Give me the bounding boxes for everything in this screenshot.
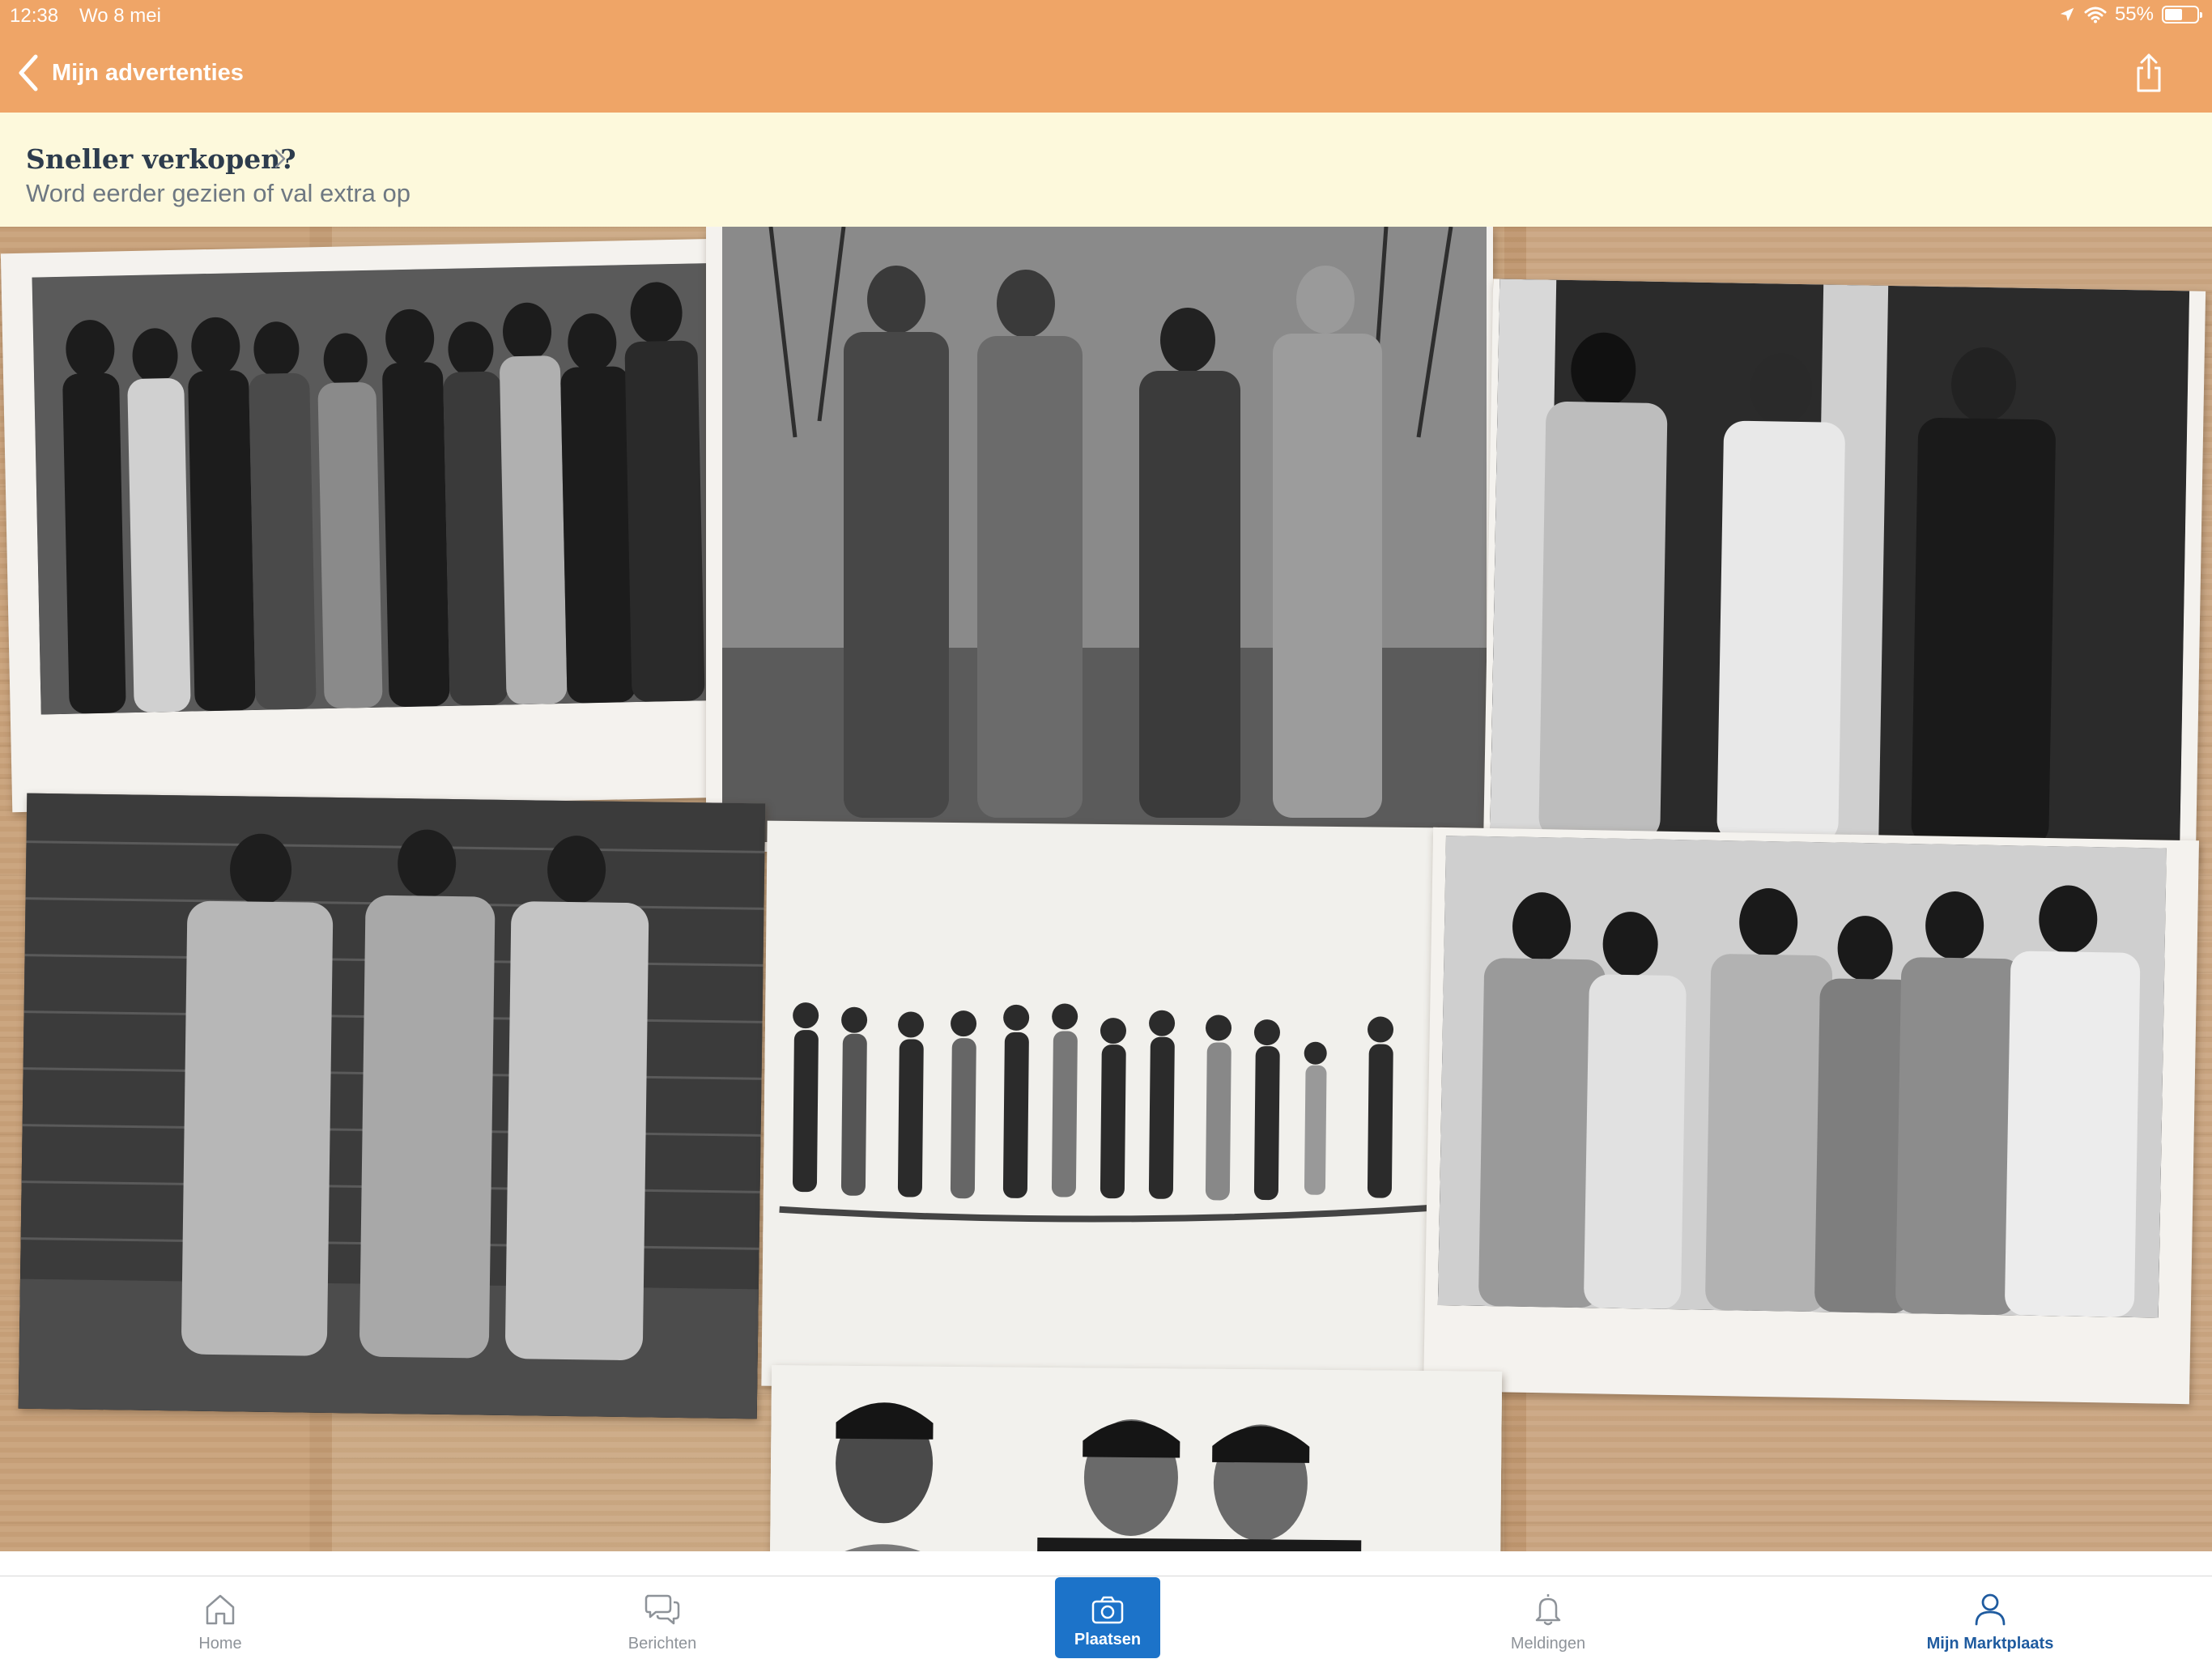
photo-print-suits-outdoor	[706, 227, 1493, 852]
navigation-bar: Mijn advertenties	[0, 32, 2212, 113]
promo-banner[interactable]: Sneller verkopen? Word eerder gezien of …	[0, 113, 2212, 227]
battery-icon	[2162, 6, 2202, 23]
listing-photo[interactable]	[0, 227, 2212, 1551]
promo-subtitle: Word eerder gezien of val extra op	[26, 179, 411, 207]
print-image	[1437, 836, 2167, 1318]
promo-title: Sneller verkopen?	[26, 143, 296, 175]
bell-icon	[1535, 1594, 1561, 1626]
print-image	[722, 227, 1487, 842]
battery-fill	[2165, 9, 2182, 20]
tab-mijn-marktplaats[interactable]: Mijn Marktplaats	[1869, 1576, 2112, 1659]
share-icon	[2137, 53, 2161, 92]
print-image	[1490, 279, 2190, 858]
home-icon	[206, 1594, 235, 1625]
tab-mijn-marktplaats-label: Mijn Marktplaats	[1926, 1635, 2054, 1653]
tab-home[interactable]: Home	[99, 1576, 342, 1659]
print-image	[18, 793, 766, 1419]
print-image	[32, 262, 726, 715]
wifi-icon	[2084, 6, 2107, 23]
tab-home-label: Home	[198, 1635, 242, 1653]
person-icon	[1975, 1593, 2006, 1626]
photo-print-trio-brick-wall	[18, 793, 766, 1419]
camera-icon	[1091, 1596, 1124, 1624]
status-bar: 12:38 Wo 8 mei 55%	[0, 0, 2212, 32]
share-button[interactable]	[2126, 50, 2172, 96]
tab-berichten[interactable]: Berichten	[541, 1576, 784, 1659]
tab-bar: Home Berichten Plaatsen Meldingen Mijn M…	[0, 1576, 2212, 1659]
tab-meldingen[interactable]: Meldingen	[1427, 1576, 1670, 1659]
photo-print-jackets-group	[1423, 827, 2200, 1405]
battery-percentage: 55%	[2114, 3, 2154, 25]
print-image	[769, 1365, 1503, 1551]
photo-print-coats-doorway	[1482, 279, 2206, 865]
tab-plaatsen-label: Plaatsen	[1074, 1631, 1142, 1648]
back-button-label: Mijn advertenties	[52, 59, 244, 86]
chevron-left-icon	[19, 54, 38, 91]
tab-plaatsen[interactable]: Plaatsen	[1055, 1577, 1160, 1658]
print-image	[763, 982, 1448, 1249]
tab-berichten-label: Berichten	[627, 1635, 697, 1653]
app-header: 12:38 Wo 8 mei 55% Mijn advertenties	[0, 0, 2212, 113]
back-button[interactable]: Mijn advertenties	[16, 50, 244, 96]
status-time: 12:38	[10, 5, 59, 27]
location-icon	[2060, 7, 2074, 22]
status-indicators: 55%	[2058, 3, 2202, 26]
status-date: Wo 8 mei	[79, 5, 161, 27]
photo-print-three-men-portrait	[769, 1365, 1503, 1551]
chat-bubbles-icon	[644, 1594, 680, 1625]
tab-meldingen-label: Meldingen	[1510, 1635, 1586, 1653]
chevron-right-icon	[274, 149, 286, 168]
photo-print-group-portrait	[0, 238, 732, 813]
photo-print-swimsuit-lineup	[761, 820, 1449, 1393]
